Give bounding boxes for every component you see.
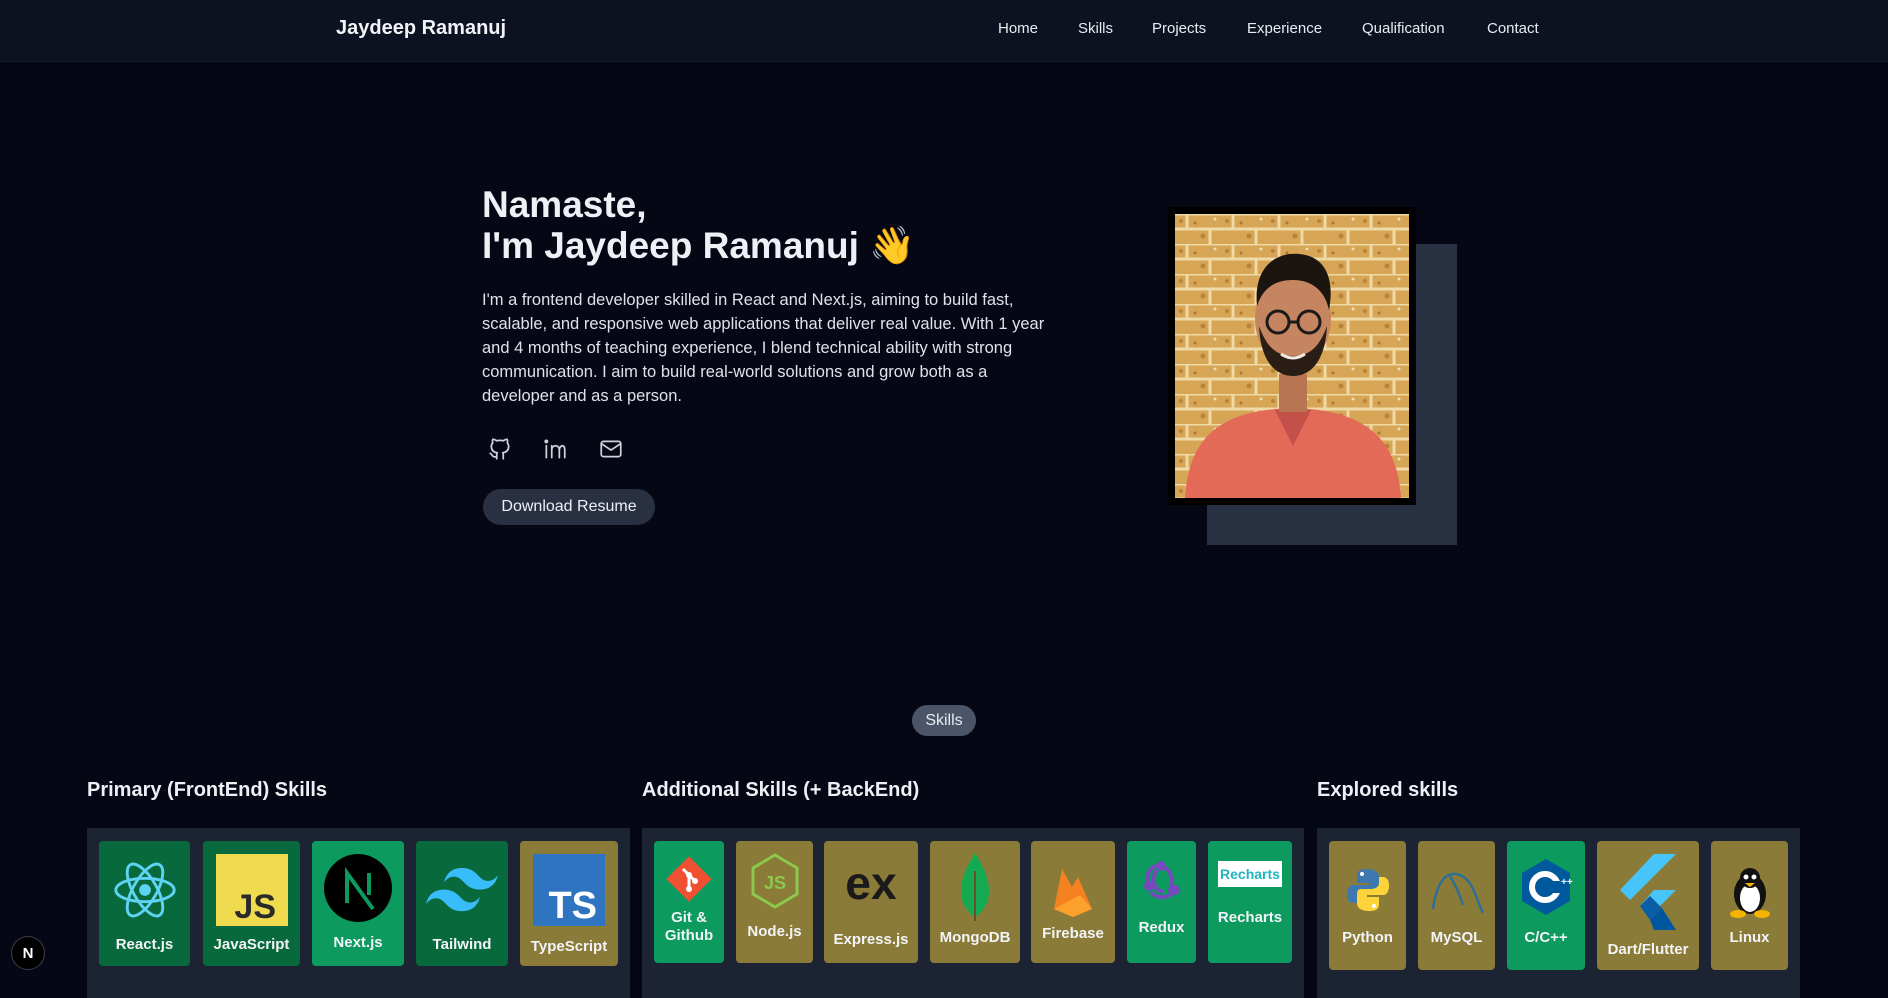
javascript-icon: JS bbox=[215, 853, 289, 927]
skill-tile-nodejs[interactable]: JS Node.js bbox=[736, 841, 813, 963]
skill-label: Recharts bbox=[1217, 909, 1283, 926]
skill-tile-typescript[interactable]: TS TypeScript bbox=[520, 841, 618, 966]
mongodb-icon bbox=[938, 849, 1012, 923]
skill-label: Dart/Flutter bbox=[1607, 941, 1689, 958]
flutter-icon bbox=[1613, 851, 1683, 931]
explored-skills-title: Explored skills bbox=[1317, 779, 1459, 801]
svg-text:++: ++ bbox=[1561, 877, 1573, 888]
express-logo-text: ex bbox=[845, 857, 897, 909]
skill-tile-nextjs[interactable]: Next.js bbox=[312, 841, 404, 966]
skill-tile-recharts[interactable]: Recharts Recharts bbox=[1208, 841, 1292, 963]
mysql-icon bbox=[1427, 863, 1487, 919]
nodejs-icon: JS bbox=[745, 851, 805, 911]
skill-tile-tailwind[interactable]: Tailwind bbox=[416, 841, 508, 966]
skill-label: Node.js bbox=[747, 923, 802, 940]
skill-label: MySQL bbox=[1430, 929, 1483, 946]
ts-logo-text: TS bbox=[548, 885, 597, 926]
skill-label: React.js bbox=[115, 936, 174, 953]
skill-label: TypeScript bbox=[530, 938, 608, 955]
linux-icon bbox=[1725, 863, 1775, 919]
skill-tile-flutter[interactable]: Dart/Flutter bbox=[1597, 841, 1699, 970]
skill-tile-mysql[interactable]: MySQL bbox=[1418, 841, 1495, 970]
github-icon[interactable] bbox=[487, 436, 513, 462]
primary-skills-panel: React.js JS JavaScript Next.js Tailwind … bbox=[87, 828, 630, 998]
nav-skills[interactable]: Skills bbox=[1078, 20, 1113, 37]
skill-label: Git & Github bbox=[664, 909, 714, 944]
skill-tile-mongodb[interactable]: MongoDB bbox=[930, 841, 1020, 963]
top-navbar: Jaydeep Ramanuj Home Skills Projects Exp… bbox=[0, 0, 1888, 62]
express-icon: ex bbox=[834, 849, 908, 923]
skill-tile-firebase[interactable]: Firebase bbox=[1031, 841, 1115, 963]
skill-label: Express.js bbox=[833, 931, 909, 948]
skill-label: JavaScript bbox=[213, 936, 290, 953]
nextjs-dev-indicator[interactable]: N bbox=[11, 936, 45, 970]
react-icon bbox=[108, 853, 182, 927]
brand-name[interactable]: Jaydeep Ramanuj bbox=[336, 17, 506, 40]
hero-description: I'm a frontend developer skilled in Reac… bbox=[482, 291, 1045, 405]
tailwind-icon bbox=[425, 853, 499, 927]
download-resume-button[interactable]: Download Resume bbox=[483, 489, 655, 525]
skill-tile-express[interactable]: ex Express.js bbox=[824, 841, 918, 963]
skill-tile-javascript[interactable]: JS JavaScript bbox=[203, 841, 300, 966]
skill-label: C/C++ bbox=[1524, 929, 1568, 946]
skill-label: Python bbox=[1342, 929, 1393, 946]
skill-tile-redux[interactable]: Redux bbox=[1127, 841, 1196, 963]
recharts-icon: Recharts bbox=[1218, 859, 1282, 889]
skill-label: Firebase bbox=[1042, 925, 1104, 942]
linkedin-icon[interactable] bbox=[542, 436, 568, 462]
mail-icon[interactable] bbox=[598, 436, 624, 462]
nav-qualification[interactable]: Qualification bbox=[1362, 20, 1445, 37]
nav-contact[interactable]: Contact bbox=[1487, 20, 1539, 37]
nav-projects[interactable]: Projects bbox=[1152, 20, 1206, 37]
additional-skills-title: Additional Skills (+ BackEnd) bbox=[642, 779, 920, 801]
skills-section-badge: Skills bbox=[912, 705, 976, 736]
recharts-logo-text: Recharts bbox=[1220, 866, 1280, 882]
typescript-icon: TS bbox=[532, 853, 606, 927]
skill-label: Tailwind bbox=[432, 936, 492, 953]
skill-label: Redux bbox=[1138, 919, 1185, 936]
python-icon bbox=[1341, 863, 1395, 917]
hero-greeting: Namaste, bbox=[482, 184, 647, 225]
skill-tile-git[interactable]: Git & Github bbox=[654, 841, 724, 963]
hero-name-line: I'm Jaydeep Ramanuj 👋 bbox=[482, 225, 916, 266]
skill-tile-cpp[interactable]: ++ C/C++ bbox=[1507, 841, 1585, 970]
additional-skills-panel: Git & Github JS Node.js ex Express.js Mo… bbox=[642, 828, 1304, 998]
profile-photo bbox=[1168, 207, 1416, 505]
firebase-icon bbox=[1036, 855, 1110, 929]
svg-text:JS: JS bbox=[763, 873, 785, 893]
js-logo-text: JS bbox=[234, 888, 276, 926]
primary-skills-title: Primary (FrontEnd) Skills bbox=[87, 779, 328, 801]
hero-title: Namaste, I'm Jaydeep Ramanuj 👋 bbox=[482, 184, 915, 266]
explored-skills-panel: Python MySQL ++ C/C++ Dart/Flutter Linux bbox=[1317, 828, 1800, 998]
skill-label: Linux bbox=[1729, 929, 1770, 946]
skill-tile-react[interactable]: React.js bbox=[99, 841, 190, 966]
nav-home[interactable]: Home bbox=[998, 20, 1038, 37]
redux-icon bbox=[1134, 853, 1190, 909]
skill-tile-python[interactable]: Python bbox=[1329, 841, 1406, 970]
git-icon bbox=[661, 851, 717, 907]
nextjs-icon bbox=[321, 851, 395, 925]
skill-label: MongoDB bbox=[939, 929, 1011, 946]
skill-tile-linux[interactable]: Linux bbox=[1711, 841, 1788, 970]
skill-label: Next.js bbox=[333, 934, 383, 951]
nav-experience[interactable]: Experience bbox=[1247, 20, 1322, 37]
cpp-icon: ++ bbox=[1516, 857, 1576, 917]
